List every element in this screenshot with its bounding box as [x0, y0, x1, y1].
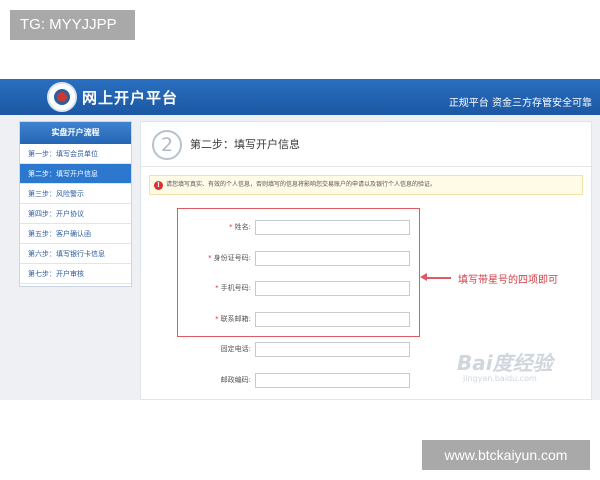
main-panel: 2 第二步：填写开户信息 ! 请您填写真实、有效的个人信息，否则填写的信息将影响… — [140, 121, 592, 400]
form-row-id-number: * 身份证号码: — [181, 251, 411, 267]
top-watermark-tag: TG: MYYJJPP — [10, 10, 135, 40]
notice-text: 请您填写真实、有效的个人信息，否则填写的信息将影响您交易账户的申请以及银行个人信… — [166, 181, 437, 188]
sidebar-item-step5[interactable]: 第五步：客户确认函 — [20, 224, 131, 244]
title-divider — [141, 166, 591, 167]
site-title: 网上开户平台 — [82, 89, 179, 107]
landline-input[interactable] — [255, 342, 410, 357]
screenshot-region: 网上开户平台 正规平台 资金三方存管安全可靠 实盘开户流程 第一步：填写会员单位… — [0, 79, 600, 400]
sidebar-heading: 实盘开户流程 — [20, 122, 131, 144]
baidu-watermark-url: jingyan.baidu.com — [463, 374, 537, 383]
process-sidebar: 实盘开户流程 第一步：填写会员单位 第二步：填写开户信息 第三步：风险警示 第四… — [19, 121, 132, 287]
annotation-callout: 填写带星号的四项即可 — [458, 275, 558, 286]
site-header: 网上开户平台 正规平台 资金三方存管安全可靠 — [0, 79, 600, 115]
sidebar-item-step7[interactable]: 第七步：开户审核 — [20, 264, 131, 284]
sidebar-item-step3[interactable]: 第三步：风险警示 — [20, 184, 131, 204]
postcode-label: 邮政编码: — [220, 376, 251, 384]
email-input[interactable] — [255, 312, 410, 327]
id-number-input[interactable] — [255, 251, 410, 266]
name-label: * 姓名: — [229, 223, 251, 231]
form-row-mobile: * 手机号码: — [181, 281, 411, 297]
sidebar-item-step2[interactable]: 第二步：填写开户信息 — [20, 164, 131, 184]
logo-emblem-icon[interactable] — [47, 82, 77, 112]
sidebar-item-step1[interactable]: 第一步：填写会员单位 — [20, 144, 131, 164]
mobile-input[interactable] — [255, 281, 410, 296]
header-slogan: 正规平台 资金三方存管安全可靠 — [448, 98, 592, 109]
email-label: * 联系邮箱: — [215, 315, 251, 323]
sidebar-item-step4[interactable]: 第四步：开户协议 — [20, 204, 131, 224]
postcode-input[interactable] — [255, 373, 410, 388]
notice-bar: ! 请您填写真实、有效的个人信息，否则填写的信息将影响您交易账户的申请以及银行个… — [149, 175, 583, 195]
arrow-shaft — [423, 277, 451, 279]
form-row-email: * 联系邮箱: — [181, 312, 411, 328]
warning-icon: ! — [154, 181, 163, 190]
form-row-landline: 固定电话: — [181, 342, 411, 358]
bottom-watermark-tag: www.btckaiyun.com — [422, 440, 590, 470]
step-title: 第二步：填写开户信息 — [190, 138, 300, 151]
form-row-name: * 姓名: — [181, 220, 411, 236]
baidu-watermark: Bai度经验 — [457, 351, 553, 375]
landline-label: 固定电话: — [220, 345, 251, 353]
id-number-label: * 身份证号码: — [208, 254, 251, 262]
form-row-postcode: 邮政编码: — [181, 373, 411, 389]
step-number-badge: 2 — [152, 130, 182, 160]
mobile-label: * 手机号码: — [215, 284, 251, 292]
sidebar-item-step6[interactable]: 第六步：填写银行卡信息 — [20, 244, 131, 264]
page: TG: MYYJJPP 网上开户平台 正规平台 资金三方存管安全可靠 实盘开户流… — [0, 0, 600, 480]
name-input[interactable] — [255, 220, 410, 235]
